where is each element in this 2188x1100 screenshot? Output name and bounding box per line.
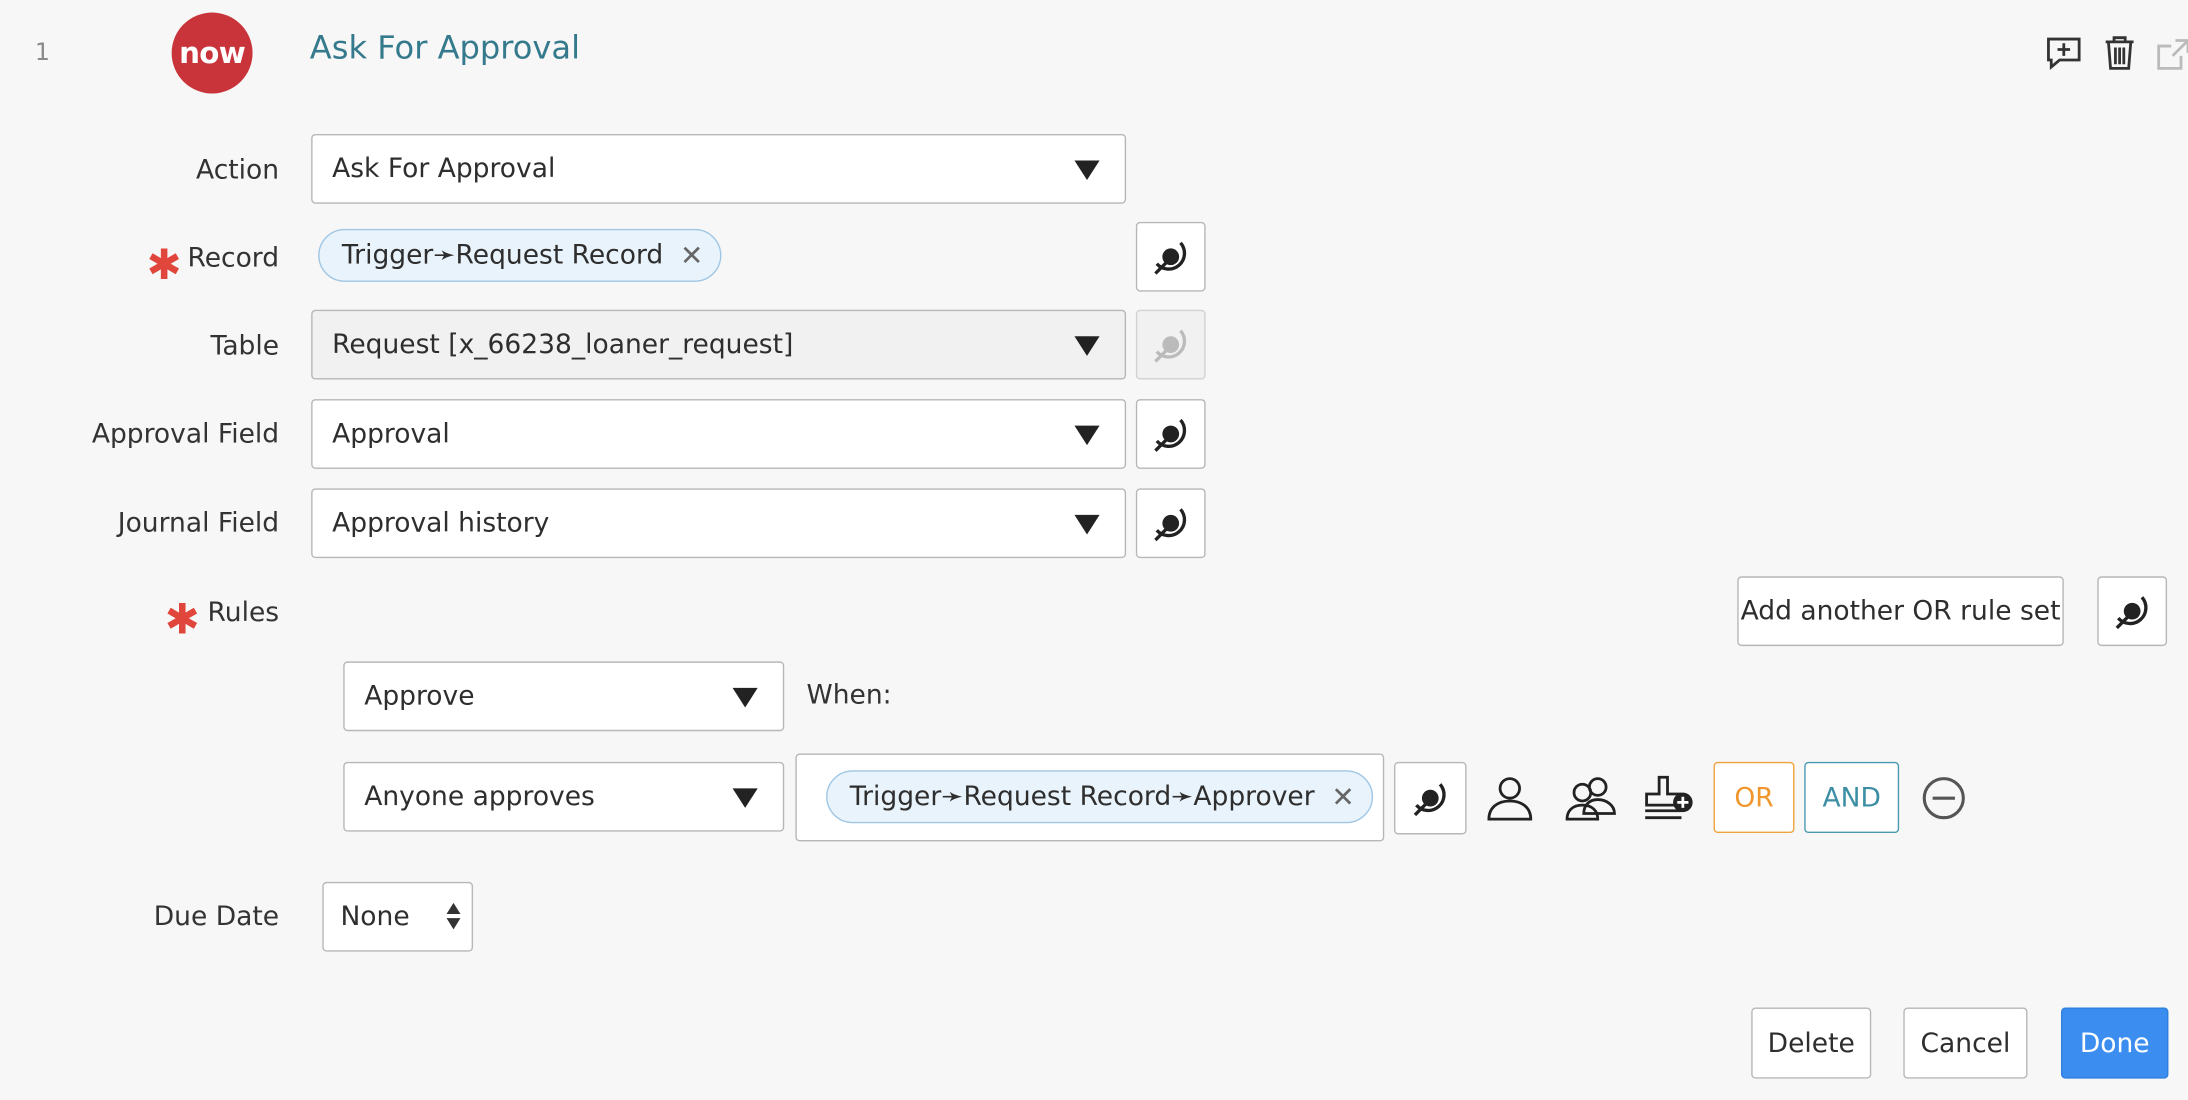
table-label: Table: [210, 330, 280, 362]
group-icon[interactable]: [1564, 774, 1617, 821]
data-pill-picker-icon: [1154, 418, 1187, 452]
popout-icon[interactable]: [2156, 33, 2188, 75]
journal-field-label: Journal Field: [117, 507, 280, 539]
due-date-select[interactable]: None: [322, 881, 474, 952]
caret-down-icon: [1074, 160, 1100, 181]
add-comment-icon[interactable]: [2044, 33, 2086, 75]
action-select[interactable]: Ask For Approval: [311, 133, 1127, 204]
user-icon[interactable]: [1485, 774, 1535, 821]
approval-field-value: Approval: [332, 418, 450, 450]
when-label: When:: [806, 679, 892, 711]
table-value: Request [x_66238_loaner_request]: [332, 329, 794, 361]
due-date-label: Due Date: [153, 901, 280, 933]
remove-rule-icon[interactable]: [1920, 774, 1967, 821]
caret-down-icon: [732, 687, 758, 708]
approver-pill-label: Trigger➛Request Record➛Approver: [849, 781, 1315, 813]
or-button[interactable]: OR: [1713, 761, 1795, 834]
action-label: Action: [196, 154, 280, 186]
record-data-pill-picker[interactable]: [1135, 221, 1206, 292]
rules-label: Rules: [207, 597, 280, 628]
caret-down-icon: [1074, 425, 1100, 446]
trash-icon[interactable]: [2101, 33, 2143, 75]
now-logo: now: [171, 12, 253, 94]
up-down-arrows-icon: [446, 902, 461, 930]
approval-field-data-pill-picker[interactable]: [1135, 399, 1206, 469]
journal-field-select[interactable]: Approval history: [311, 488, 1127, 559]
record-pill[interactable]: Trigger➛Request Record ✕: [318, 228, 722, 282]
and-button[interactable]: AND: [1804, 761, 1900, 834]
remove-pill-icon[interactable]: ✕: [680, 239, 703, 272]
data-pill-picker-icon: [1154, 329, 1187, 363]
rule-condition-value: Anyone approves: [364, 781, 595, 813]
data-pill-picker-icon: [1154, 241, 1187, 275]
remove-pill-icon[interactable]: ✕: [1331, 780, 1354, 813]
table-data-pill-picker: [1135, 309, 1206, 380]
due-date-value: None: [340, 901, 410, 933]
rule-condition-select[interactable]: Anyone approves: [343, 761, 785, 832]
approval-field-label: Approval Field: [91, 418, 280, 450]
record-label: Record: [187, 242, 280, 274]
rule-decision-value: Approve: [364, 680, 475, 712]
journal-field-value: Approval history: [332, 507, 550, 539]
data-pill-picker-icon: [2115, 596, 2148, 630]
delete-button[interactable]: Delete: [1751, 1007, 1872, 1079]
table-select: Request [x_66238_loaner_request]: [311, 309, 1127, 380]
caret-down-icon: [1074, 336, 1100, 356]
rules-data-pill-picker[interactable]: [2097, 576, 2168, 647]
approval-field-select[interactable]: Approval: [311, 399, 1127, 469]
add-approver-stamp-icon[interactable]: [1641, 772, 1694, 825]
add-or-rule-set-button[interactable]: Add another OR rule set: [1737, 576, 2064, 647]
caret-down-icon: [1074, 514, 1100, 535]
data-pill-picker-icon: [1154, 508, 1187, 542]
step-number: 1: [34, 39, 50, 67]
action-value: Ask For Approval: [332, 153, 556, 185]
record-pill-label: Trigger➛Request Record: [341, 240, 664, 271]
done-button[interactable]: Done: [2061, 1007, 2169, 1079]
step-title: Ask For Approval: [309, 30, 581, 67]
rule-decision-select[interactable]: Approve: [343, 661, 785, 732]
cancel-button[interactable]: Cancel: [1903, 1007, 2028, 1079]
approver-field[interactable]: Trigger➛Request Record➛Approver ✕: [795, 753, 1385, 842]
approver-pill[interactable]: Trigger➛Request Record➛Approver ✕: [826, 770, 1373, 824]
data-pill-picker-icon: [1413, 783, 1446, 817]
approver-data-pill-picker[interactable]: [1394, 761, 1467, 835]
caret-down-icon: [732, 788, 758, 808]
record-field[interactable]: Trigger➛Request Record ✕: [311, 222, 1126, 292]
journal-field-data-pill-picker[interactable]: [1135, 488, 1206, 559]
